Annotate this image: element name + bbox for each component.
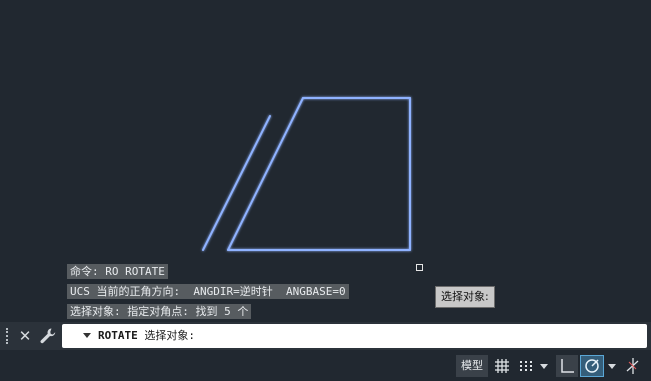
- chevron-down-icon[interactable]: [538, 355, 550, 377]
- command-prompt-text: 选择对象:: [137, 329, 195, 342]
- wrench-icon[interactable]: [39, 327, 57, 345]
- grid-icon[interactable]: [492, 355, 512, 377]
- command-line-bar: ✕ ROTATE 选择对象:: [0, 322, 651, 350]
- snap-icon[interactable]: [516, 355, 536, 377]
- cursor-tooltip: 选择对象:: [435, 286, 495, 308]
- autocad-drawing-window: 命令: RO ROTATE UCS 当前的正角方向: ANGDIR=逆时针 AN…: [0, 0, 651, 381]
- close-icon[interactable]: ✕: [17, 326, 33, 346]
- command-input[interactable]: ROTATE 选择对象:: [62, 324, 647, 348]
- command-name: ROTATE: [98, 329, 138, 342]
- selected-line-slanted-edge[interactable]: [227, 97, 304, 251]
- chevron-down-icon[interactable]: [606, 355, 618, 377]
- command-history-line: 命令: RO ROTATE: [67, 264, 168, 279]
- pickbox-cursor: [416, 264, 423, 271]
- command-history-line: 选择对象: 指定对角点: 找到 5 个: [67, 304, 252, 319]
- ortho-icon[interactable]: [556, 355, 578, 377]
- polar-icon[interactable]: [580, 355, 604, 377]
- drag-handle[interactable]: [6, 328, 12, 344]
- status-bar: 模型: [0, 351, 651, 381]
- command-history-line: UCS 当前的正角方向: ANGDIR=逆时针 ANGBASE=0: [67, 284, 349, 299]
- command-prompt: ROTATE 选择对象:: [98, 324, 195, 348]
- chevron-down-icon[interactable]: [83, 333, 91, 338]
- isodraft-icon[interactable]: [622, 355, 644, 377]
- model-space-button[interactable]: 模型: [456, 355, 488, 377]
